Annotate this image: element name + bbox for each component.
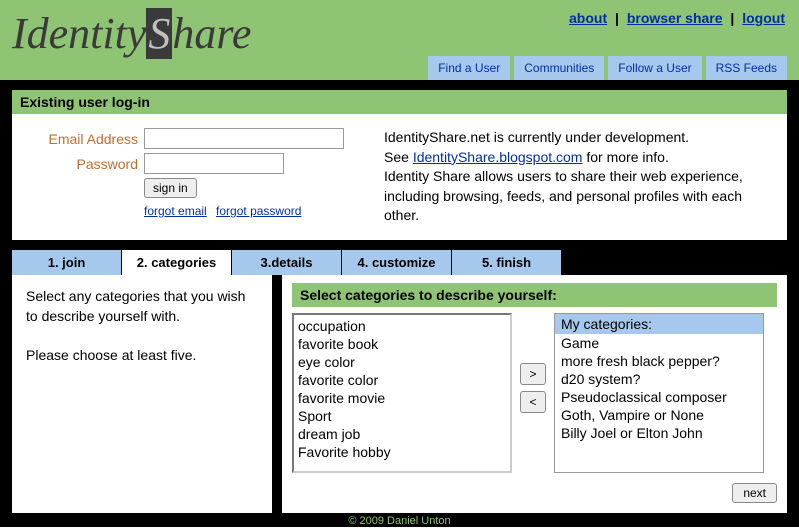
- available-categories-list[interactable]: occupation favorite book eye color favor…: [292, 313, 512, 473]
- list-item[interactable]: Pseudoclassical composer: [555, 388, 763, 406]
- signin-button[interactable]: sign in: [144, 178, 197, 198]
- instruction-text2: Please choose at least five.: [26, 346, 258, 366]
- nav-find-user[interactable]: Find a User: [428, 56, 510, 80]
- nav-tabs: Find a User Communities Follow a User RS…: [428, 56, 787, 80]
- nav-follow-user[interactable]: Follow a User: [608, 56, 701, 80]
- list-item[interactable]: favorite book: [296, 335, 508, 353]
- logo-text-hare: hare: [172, 8, 251, 59]
- logout-link[interactable]: logout: [742, 10, 785, 26]
- info-text2: Identity Share allows users to share the…: [384, 168, 743, 223]
- password-field[interactable]: [144, 153, 284, 174]
- login-box: Existing user log-in Email Address Passw…: [12, 90, 787, 240]
- forgot-email-link[interactable]: forgot email: [144, 204, 207, 218]
- list-item[interactable]: Goth, Vampire or None: [555, 406, 763, 424]
- login-body: Email Address Password sign in forgot em…: [12, 114, 787, 240]
- blog-link[interactable]: IdentityShare.blogspot.com: [413, 149, 583, 165]
- list-item[interactable]: Sport: [296, 407, 508, 425]
- wizard-instructions: Select any categories that you wish to d…: [12, 275, 272, 513]
- wizard-content: Select categories to describe yourself: …: [282, 275, 787, 513]
- logo-text-identity: Identity: [12, 8, 146, 59]
- tab-details[interactable]: 3.details: [232, 250, 342, 275]
- top-links: about | browser share | logout: [569, 10, 785, 26]
- email-field[interactable]: [144, 128, 344, 149]
- list-item[interactable]: favorite movie: [296, 389, 508, 407]
- next-button[interactable]: next: [732, 483, 777, 503]
- list-item[interactable]: Billy Joel or Elton John: [555, 424, 763, 442]
- my-categories-title: My categories:: [555, 314, 763, 334]
- tab-finish[interactable]: 5. finish: [452, 250, 562, 275]
- list-item[interactable]: occupation: [296, 317, 508, 335]
- login-title: Existing user log-in: [12, 90, 787, 114]
- move-buttons: > <: [520, 363, 546, 413]
- instruction-text: Select any categories that you wish to d…: [26, 287, 258, 326]
- list-item[interactable]: more fresh black pepper?: [555, 352, 763, 370]
- info-after: for more info.: [582, 149, 668, 165]
- about-link[interactable]: about: [569, 10, 607, 26]
- password-label: Password: [28, 156, 138, 172]
- login-section: Existing user log-in Email Address Passw…: [0, 90, 799, 250]
- info-text: IdentityShare.net is currently under dev…: [384, 129, 689, 145]
- info-see: See: [384, 149, 413, 165]
- list-item[interactable]: Game: [555, 334, 763, 352]
- my-categories-list: My categories: Game more fresh black pep…: [554, 313, 764, 473]
- list-item[interactable]: eye color: [296, 353, 508, 371]
- footer: © 2009 Daniel Unton: [0, 513, 799, 527]
- list-item[interactable]: dream job: [296, 425, 508, 443]
- login-form: Email Address Password sign in forgot em…: [28, 128, 344, 226]
- separator: |: [615, 10, 619, 26]
- forgot-password-link[interactable]: forgot password: [216, 204, 301, 218]
- email-label: Email Address: [28, 131, 138, 147]
- list-item[interactable]: favorite color: [296, 371, 508, 389]
- list-item[interactable]: Favorite hobby: [296, 443, 508, 461]
- logo-text-s: S: [146, 8, 172, 59]
- category-picker: occupation favorite book eye color favor…: [292, 313, 777, 473]
- wizard-tabs-row: 1. join 2. categories 3.details 4. custo…: [0, 250, 799, 275]
- logo: IdentityShare: [12, 0, 787, 59]
- list-item[interactable]: d20 system?: [555, 370, 763, 388]
- tab-customize[interactable]: 4. customize: [342, 250, 452, 275]
- divider: [0, 80, 799, 90]
- nav-communities[interactable]: Communities: [514, 56, 604, 80]
- browser-share-link[interactable]: browser share: [627, 10, 723, 26]
- nav-rss-feeds[interactable]: RSS Feeds: [706, 56, 787, 80]
- move-left-button[interactable]: <: [520, 391, 546, 413]
- move-right-button[interactable]: >: [520, 363, 546, 385]
- login-info: IdentityShare.net is currently under dev…: [384, 128, 771, 226]
- wizard-body: Select any categories that you wish to d…: [0, 275, 799, 513]
- select-categories-title: Select categories to describe yourself:: [292, 283, 777, 307]
- header: IdentityShare about | browser share | lo…: [0, 0, 799, 80]
- tab-categories[interactable]: 2. categories: [122, 250, 232, 275]
- separator: |: [730, 10, 734, 26]
- tab-join[interactable]: 1. join: [12, 250, 122, 275]
